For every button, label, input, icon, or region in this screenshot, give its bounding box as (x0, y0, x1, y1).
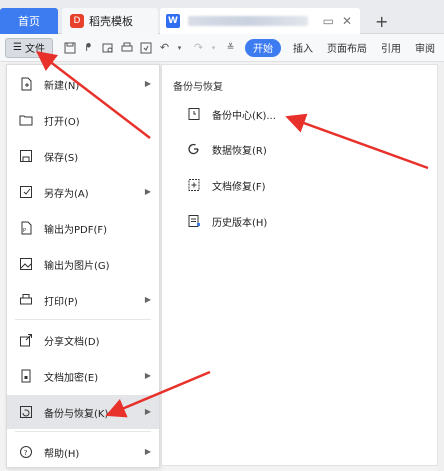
data-recovery-icon (186, 141, 202, 157)
menu-item-encrypt[interactable]: 文档加密(E) ▶ (7, 359, 159, 393)
tab-template-label: 稻壳模板 (89, 15, 133, 28)
svg-text:P: P (23, 228, 26, 234)
submenu-title: 备份与恢复 (173, 82, 223, 93)
export-pdf-icon[interactable] (139, 41, 152, 54)
menu-item-label: 打开(O) (44, 116, 80, 128)
submenu-item-doc-repair[interactable]: 文档修复(F) (162, 170, 437, 200)
close-icon[interactable]: ✕ (342, 14, 352, 28)
menu-item-export-pdf[interactable]: P 输出为PDF(F) (7, 211, 159, 245)
menu-item-label: 新建(N) (44, 80, 80, 92)
submenu-item-label: 备份中心(K)... (212, 110, 276, 122)
format-painter-icon[interactable]: ᖰ (82, 41, 95, 54)
folder-icon (18, 112, 34, 128)
menu-item-label: 分享文档(D) (44, 336, 100, 348)
print-preview-icon[interactable] (101, 41, 114, 54)
submenu-item-backup-center[interactable]: 备份中心(K)... (162, 99, 437, 129)
menu-item-label: 保存(S) (44, 152, 79, 164)
doc-repair-icon (186, 177, 202, 193)
menu-item-new[interactable]: 新建(N) ▶ (7, 67, 159, 101)
chevron-right-icon: ▶ (144, 371, 151, 380)
save-as-icon (18, 184, 34, 200)
submenu-item-history-version[interactable]: 历史版本(H) (162, 206, 437, 236)
new-tab-plus-icon[interactable]: + (375, 12, 388, 31)
ribbon-tab-start-label: 开始 (253, 44, 273, 55)
chevron-down-icon: ▾ (211, 43, 216, 52)
menu-item-backup-restore[interactable]: 备份与恢复(K) ▶ (7, 395, 159, 429)
chevron-right-icon: ▶ (144, 295, 151, 304)
submenu-item-label: 数据恢复(R) (212, 145, 267, 157)
tab-home-label: 首页 (18, 15, 40, 28)
print-icon[interactable] (120, 41, 133, 54)
redo-icon: ↷ (193, 41, 204, 54)
writer-doc-icon: W (166, 14, 180, 28)
menu-item-save-as[interactable]: 另存为(A) ▶ (7, 175, 159, 209)
monitor-icon[interactable]: ▭ (323, 14, 334, 28)
print-icon (18, 292, 34, 308)
menu-item-share[interactable]: 分享文档(D) (7, 323, 159, 357)
help-icon: ? (18, 444, 34, 460)
docer-logo-icon: D (70, 14, 84, 28)
menu-item-label: 备份与恢复(K) (44, 408, 109, 420)
backup-restore-submenu: 备份与恢复 备份中心(K)... 数据恢复(R) 文档修复(F) 历史版本(H) (161, 64, 438, 466)
file-menu-label: 文件 (24, 44, 45, 55)
file-menu-button[interactable]: ☰ 文件 (5, 37, 53, 58)
ribbon-tab-start[interactable]: 开始 (245, 38, 281, 57)
undo-icon[interactable]: ↶ (158, 41, 171, 54)
history-version-icon (186, 213, 202, 229)
hamburger-icon: ☰ (13, 42, 22, 53)
svg-text:?: ? (24, 449, 28, 457)
chevron-right-icon: ▶ (144, 407, 151, 416)
menu-item-open[interactable]: 打开(O) (7, 103, 159, 137)
chevron-down-icon[interactable]: ▾ (173, 41, 186, 54)
menu-item-label: 输出为图片(G) (44, 260, 110, 272)
backup-center-icon (186, 106, 202, 122)
save-icon (18, 148, 34, 164)
menu-item-help[interactable]: ? 帮助(H) ▶ (7, 435, 159, 469)
quick-toolbar: ☰ 文件 ᖰ ↶ ▾ ↷ ▾ ≚ 开始 插入 页面布局 引用 审阅 (0, 34, 444, 62)
document-edge (438, 62, 444, 471)
menu-item-label: 输出为PDF(F) (44, 224, 108, 236)
menu-divider (15, 431, 151, 432)
ribbon-tab-page-layout[interactable]: 页面布局 (327, 40, 367, 55)
menu-item-print[interactable]: 打印(P) ▶ (7, 283, 159, 317)
lock-doc-icon (18, 368, 34, 384)
backup-icon (18, 404, 34, 420)
quick-access-menu-icon[interactable]: ≚ (224, 41, 237, 54)
submenu-item-label: 历史版本(H) (212, 217, 268, 229)
ribbon-tab-references[interactable]: 引用 (381, 40, 401, 55)
chevron-right-icon: ▶ (144, 447, 151, 456)
tab-document[interactable]: W ▭ ✕ (160, 8, 360, 34)
menu-item-export-image[interactable]: 输出为图片(G) (7, 247, 159, 281)
chevron-right-icon: ▶ (144, 187, 151, 196)
submenu-item-data-recovery[interactable]: 数据恢复(R) (162, 134, 437, 164)
menu-item-label: 打印(P) (44, 296, 78, 308)
share-icon (18, 332, 34, 348)
menu-item-label: 帮助(H) (44, 448, 80, 460)
tab-home[interactable]: 首页 (0, 8, 58, 34)
ribbon-tab-review[interactable]: 审阅 (415, 40, 435, 55)
menu-item-label: 另存为(A) (44, 188, 89, 200)
image-icon (18, 256, 34, 272)
submenu-item-label: 文档修复(F) (212, 181, 266, 193)
chevron-right-icon: ▶ (144, 79, 151, 88)
pdf-icon: P (18, 220, 34, 236)
menu-divider (15, 319, 151, 320)
save-icon[interactable] (63, 41, 76, 54)
file-menu: 新建(N) ▶ 打开(O) 保存(S) 另存为(A) ▶ P 输出为PDF(F)… (6, 64, 160, 468)
tab-template[interactable]: D 稻壳模板 (62, 8, 158, 34)
new-doc-icon (18, 76, 34, 92)
document-title-blurred (188, 16, 308, 26)
menu-item-label: 文档加密(E) (44, 372, 99, 384)
tab-icons: ▭ ✕ (323, 14, 352, 28)
menu-item-save[interactable]: 保存(S) (7, 139, 159, 173)
tab-bar: 首页 D 稻壳模板 W ▭ ✕ + (0, 0, 444, 34)
ribbon-tab-insert[interactable]: 插入 (293, 40, 313, 55)
